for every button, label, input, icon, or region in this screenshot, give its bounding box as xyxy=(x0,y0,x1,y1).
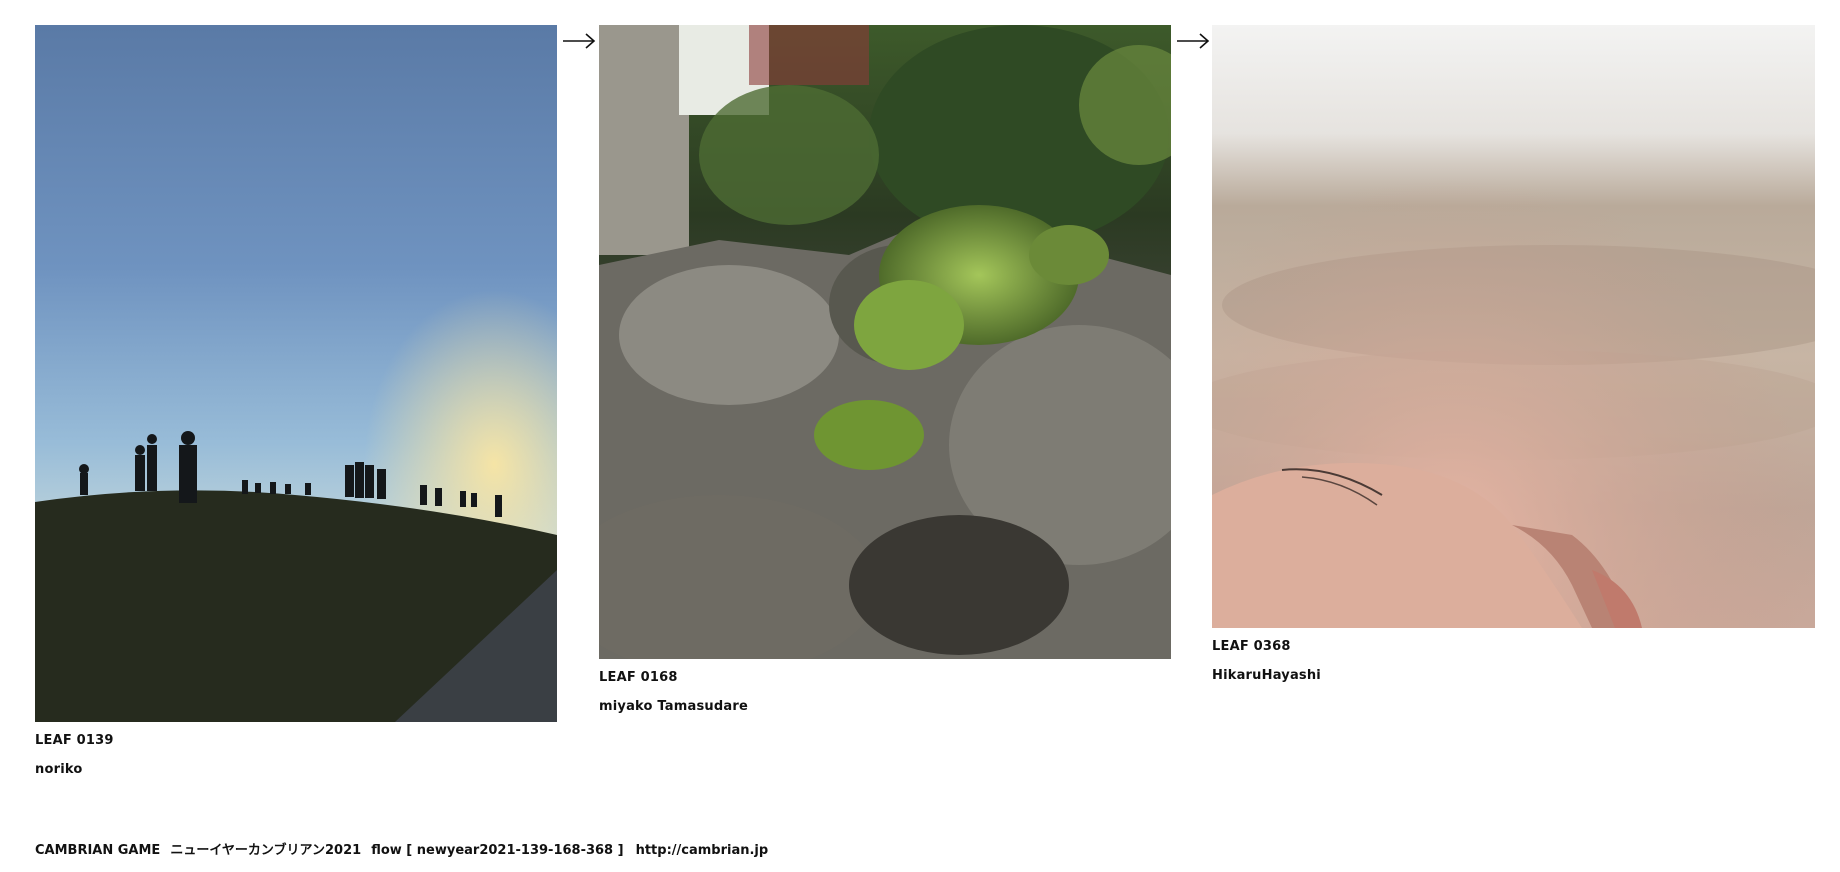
footer-credits: CAMBRIAN GAME ニューイヤーカンブリアン2021 flow [ newy… xyxy=(35,839,768,858)
footer-flow-id: flow [ newyear2021-139-168-368 ] xyxy=(371,843,624,858)
footer-game-name: CAMBRIAN GAME xyxy=(35,843,161,858)
leaf-card-0368: LEAF 0368 HikaruHayashi xyxy=(1212,25,1815,695)
footer-site-link[interactable]: http://cambrian.jp xyxy=(636,843,769,858)
flow-arrow-icon xyxy=(1176,32,1210,50)
leaf-card-0139: LEAF 0139 noriko xyxy=(35,25,557,785)
leaf-card-0168: LEAF 0168 miyako Tamasudare xyxy=(599,25,1171,725)
flow-arrow-icon xyxy=(562,32,596,50)
photo-moss-stones xyxy=(599,25,1171,659)
leaf-author[interactable]: miyako Tamasudare xyxy=(599,699,748,714)
leaf-photo-0139[interactable] xyxy=(35,25,557,722)
footer-event-name: ニューイヤーカンブリアン2021 xyxy=(170,843,362,858)
photo-dusk-hill xyxy=(35,25,557,722)
photo-sleeping-face xyxy=(1212,25,1815,628)
leaf-id-label: LEAF 0139 xyxy=(35,733,114,748)
leaf-photo-0168[interactable] xyxy=(599,25,1171,659)
leaf-author[interactable]: HikaruHayashi xyxy=(1212,668,1321,683)
leaf-photo-0368[interactable] xyxy=(1212,25,1815,628)
leaf-id-label: LEAF 0168 xyxy=(599,670,678,685)
leaf-id-label: LEAF 0368 xyxy=(1212,639,1291,654)
leaf-author[interactable]: noriko xyxy=(35,762,82,777)
